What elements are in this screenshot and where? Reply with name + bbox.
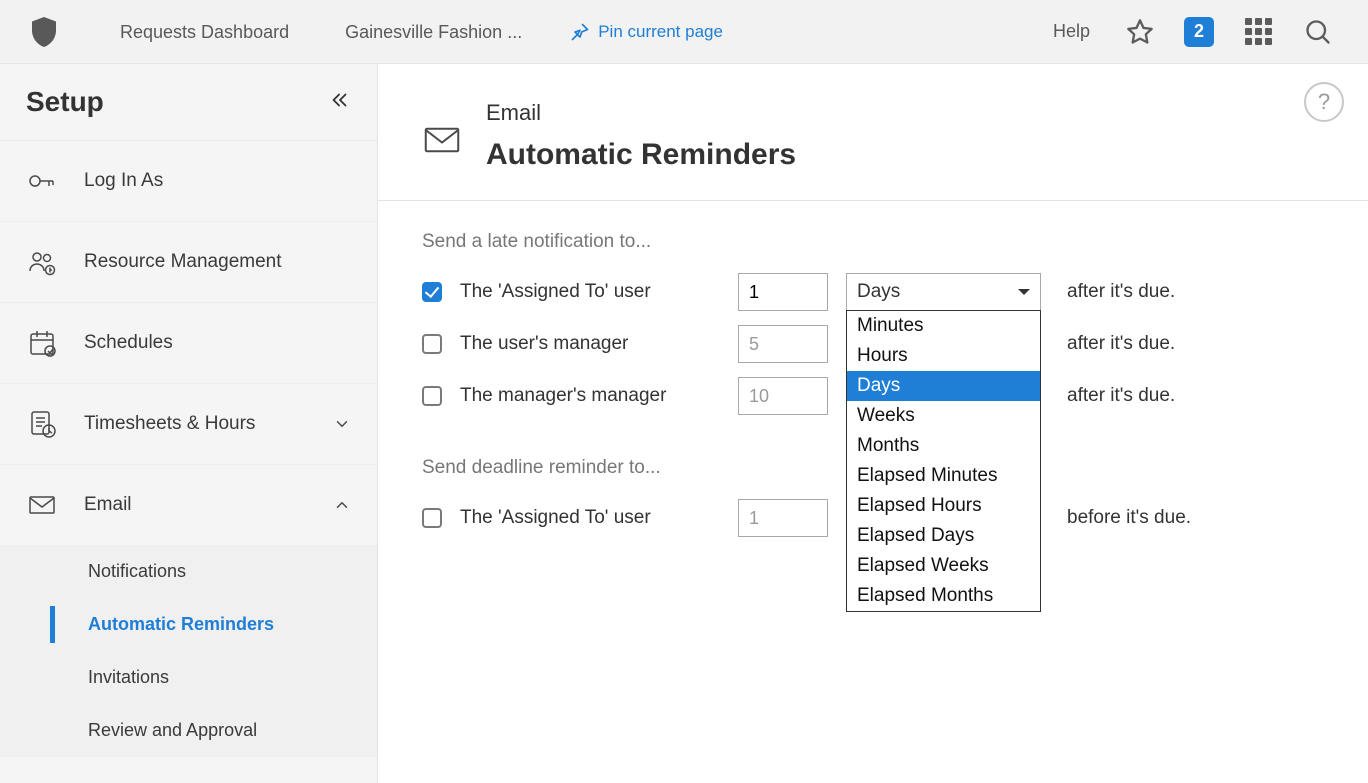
unit-option-months[interactable]: Months [847,431,1040,461]
favorite-button[interactable] [1124,16,1156,48]
after-text: after it's due. [1067,333,1175,355]
unit-option-elapsed-months[interactable]: Elapsed Months [847,581,1040,611]
mail-icon [26,489,58,521]
topnav-gainesville[interactable]: Gainesville Fashion ... [317,0,550,64]
sidebar-item-label: Schedules [84,332,173,354]
unit-option-days[interactable]: Days [847,371,1040,401]
row-label: The 'Assigned To' user [460,281,720,303]
sidebar-item-label: Resource Management [84,251,282,273]
notification-badge[interactable]: 2 [1184,17,1214,47]
checkbox-assigned-to[interactable] [422,282,442,302]
page-category: Email [486,100,796,126]
sidebar-item-log-in-as[interactable]: Log In As [0,141,377,222]
key-icon [26,165,58,197]
after-text: before it's due. [1067,507,1191,529]
chevron-up-icon [333,496,351,514]
value-input-managers-manager[interactable] [738,377,828,415]
unit-option-elapsed-hours[interactable]: Elapsed Hours [847,491,1040,521]
late-heading: Send a late notification to... [422,231,1324,253]
pin-current-page-button[interactable]: Pin current page [550,22,743,42]
sidebar-item-resource-management[interactable]: Resource Management [0,222,377,303]
collapse-sidebar-button[interactable] [329,89,351,116]
sidebar-item-timesheets-hours[interactable]: Timesheets & Hours [0,384,377,465]
star-icon [1126,18,1154,46]
sidebar-item-schedules[interactable]: Schedules [0,303,377,384]
value-input-deadline-assigned-to[interactable] [738,499,828,537]
page-help-button[interactable]: ? [1304,82,1344,122]
late-row-assigned-to: The 'Assigned To' user Days Minutes Hour… [422,273,1324,311]
app-logo[interactable] [20,8,68,56]
page-mail-icon [422,120,462,165]
sidebar-item-label: Email [84,494,132,516]
sidebar-item-label: Timesheets & Hours [84,413,255,435]
unit-option-hours[interactable]: Hours [847,341,1040,371]
pin-icon [570,22,590,42]
chevron-down-icon [333,415,351,433]
people-icon [26,246,58,278]
after-text: after it's due. [1067,385,1175,407]
late-notification-section: Send a late notification to... The 'Assi… [378,201,1368,581]
unit-option-elapsed-days[interactable]: Elapsed Days [847,521,1040,551]
topbar: Requests Dashboard Gainesville Fashion .… [0,0,1368,64]
sidebar-title: Setup [26,86,104,118]
grid-icon [1245,18,1272,45]
checkbox-managers-manager[interactable] [422,386,442,406]
value-input-users-manager[interactable] [738,325,828,363]
unit-select[interactable]: Days [846,273,1041,311]
sidebar-subitem-review-approval[interactable]: Review and Approval [0,704,377,757]
row-label: The manager's manager [460,385,720,407]
unit-option-weeks[interactable]: Weeks [847,401,1040,431]
value-input-assigned-to[interactable] [738,273,828,311]
help-link[interactable]: Help [1053,21,1090,42]
email-subitems: Notifications Automatic Reminders Invita… [0,545,377,757]
page-title: Automatic Reminders [486,138,796,172]
unit-option-elapsed-minutes[interactable]: Elapsed Minutes [847,461,1040,491]
search-button[interactable] [1302,16,1334,48]
apps-button[interactable] [1242,16,1274,48]
checkbox-users-manager[interactable] [422,334,442,354]
checkbox-deadline-assigned-to[interactable] [422,508,442,528]
unit-dropdown: Minutes Hours Days Weeks Months Elapsed … [846,310,1041,612]
row-label: The 'Assigned To' user [460,507,720,529]
sidebar-subitem-invitations[interactable]: Invitations [0,651,377,704]
sidebar-subitem-notifications[interactable]: Notifications [0,545,377,598]
after-text: after it's due. [1067,281,1175,303]
timesheet-icon [26,408,58,440]
content: ? Email Automatic Reminders Send a late … [378,64,1368,783]
sidebar: Setup Log In As Resource Management Sche… [0,64,378,783]
sidebar-header: Setup [0,64,377,141]
search-icon [1304,18,1332,46]
pin-label: Pin current page [598,22,723,42]
sidebar-subitem-automatic-reminders[interactable]: Automatic Reminders [0,598,377,651]
sidebar-item-label: Log In As [84,170,163,192]
sidebar-item-email[interactable]: Email [0,465,377,545]
unit-option-minutes[interactable]: Minutes [847,311,1040,341]
unit-option-elapsed-weeks[interactable]: Elapsed Weeks [847,551,1040,581]
row-label: The user's manager [460,333,720,355]
chevron-double-left-icon [329,89,351,111]
calendar-icon [26,327,58,359]
content-header: Email Automatic Reminders [378,64,1368,201]
topnav-requests-dashboard[interactable]: Requests Dashboard [92,0,317,64]
